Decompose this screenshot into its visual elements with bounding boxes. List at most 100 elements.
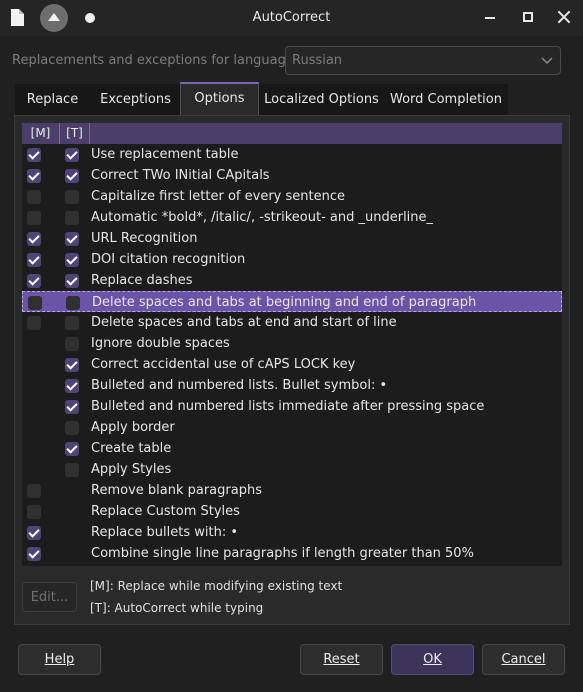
- option-label: URL Recognition: [91, 231, 198, 246]
- option-row[interactable]: Apply Styles: [22, 459, 562, 480]
- option-row[interactable]: Correct TWo INitial CApitals: [22, 165, 562, 186]
- option-row[interactable]: Create table: [22, 438, 562, 459]
- tab-label: Word Completion: [389, 92, 502, 107]
- option-label: Ignore double spaces: [91, 336, 230, 351]
- option-row[interactable]: URL Recognition: [22, 228, 562, 249]
- tab-exceptions[interactable]: Exceptions: [90, 84, 181, 116]
- checkbox-t[interactable]: [65, 463, 79, 477]
- option-row[interactable]: Correct accidental use of cAPS LOCK key: [22, 354, 562, 375]
- checkbox-m[interactable]: [27, 274, 41, 288]
- checkbox-t[interactable]: [65, 358, 79, 372]
- options-panel: [M] [T] Use replacement table Correct TWo…: [14, 115, 570, 625]
- column-header-m[interactable]: [M]: [22, 123, 60, 144]
- checkbox-t[interactable]: [65, 190, 79, 204]
- reset-label: Reset: [323, 652, 360, 667]
- option-row[interactable]: Automatic *bold*, /italic/, -strikeout- …: [22, 207, 562, 228]
- checkbox-t[interactable]: [65, 316, 79, 330]
- option-label: Use replacement table: [91, 147, 239, 162]
- window-title: AutoCorrect: [252, 10, 331, 25]
- checkbox-m[interactable]: [27, 232, 41, 246]
- close-icon[interactable]: [556, 9, 572, 25]
- chevron-down-icon: [541, 57, 553, 65]
- option-label: Apply Styles: [91, 462, 172, 477]
- option-row[interactable]: Remove blank paragraphs: [22, 480, 562, 501]
- reset-button[interactable]: Reset: [300, 644, 383, 675]
- checkbox-m[interactable]: [27, 190, 41, 204]
- tab-localized-options[interactable]: Localized Options: [259, 84, 384, 116]
- minimize-icon[interactable]: [485, 17, 495, 19]
- option-row[interactable]: Use replacement table: [22, 144, 562, 165]
- checkbox-m[interactable]: [27, 148, 41, 162]
- checkbox-t[interactable]: [65, 232, 79, 246]
- option-label: Capitalize first letter of every sentenc…: [91, 189, 345, 204]
- maximize-icon[interactable]: [523, 12, 533, 22]
- cancel-button[interactable]: Cancel: [482, 644, 565, 675]
- option-label: Replace bullets with: •: [91, 525, 239, 540]
- legend-t: [T]: AutoCorrect while typing: [90, 601, 264, 615]
- checkbox-m[interactable]: [27, 211, 41, 225]
- help-label: Help: [44, 652, 75, 667]
- checkbox-m[interactable]: [27, 169, 41, 183]
- option-row[interactable]: Delete spaces and tabs at beginning and …: [22, 291, 562, 312]
- options-list[interactable]: [M] [T] Use replacement table Correct TWo…: [22, 123, 562, 566]
- checkbox-t[interactable]: [65, 211, 79, 225]
- title-bar: AutoCorrect: [0, 0, 583, 36]
- option-label: Replace dashes: [91, 273, 193, 288]
- checkbox-m[interactable]: [27, 253, 41, 267]
- tab-word-completion[interactable]: Word Completion: [384, 84, 508, 116]
- checkbox-t[interactable]: [65, 337, 79, 351]
- option-label: Correct accidental use of cAPS LOCK key: [91, 357, 356, 372]
- checkbox-t[interactable]: [65, 421, 79, 435]
- checkbox-t[interactable]: [65, 379, 79, 393]
- option-row[interactable]: Replace Custom Styles: [22, 501, 562, 522]
- option-row[interactable]: Apply border: [22, 417, 562, 438]
- column-header-t[interactable]: [T]: [60, 123, 90, 144]
- option-label: Delete spaces and tabs at beginning and …: [92, 295, 477, 310]
- option-row[interactable]: Combine single line paragraphs if length…: [22, 543, 562, 564]
- option-label: DOI citation recognition: [91, 252, 246, 267]
- option-row[interactable]: Ignore double spaces: [22, 333, 562, 354]
- language-value: Russian: [292, 53, 343, 68]
- checkbox-t[interactable]: [65, 148, 79, 162]
- option-row[interactable]: Bulleted and numbered lists. Bullet symb…: [22, 375, 562, 396]
- checkbox-m[interactable]: [28, 296, 42, 310]
- checkbox-t[interactable]: [65, 253, 79, 267]
- checkbox-t[interactable]: [66, 296, 80, 310]
- option-label: Replace Custom Styles: [91, 504, 240, 519]
- option-row[interactable]: Replace dashes: [22, 270, 562, 291]
- checkbox-m[interactable]: [27, 547, 41, 561]
- option-row[interactable]: Replace bullets with: •: [22, 522, 562, 543]
- checkbox-m[interactable]: [27, 526, 41, 540]
- option-row[interactable]: Delete spaces and tabs at end and start …: [22, 312, 562, 333]
- tab-options[interactable]: Options: [180, 82, 259, 116]
- option-row[interactable]: Capitalize first letter of every sentenc…: [22, 186, 562, 207]
- language-select[interactable]: Russian: [285, 46, 561, 75]
- tab-label: Localized Options: [264, 92, 379, 107]
- list-header: [M] [T]: [22, 123, 562, 144]
- option-row[interactable]: Bulleted and numbered lists immediate af…: [22, 396, 562, 417]
- option-label: Combine single line paragraphs if length…: [91, 546, 474, 561]
- checkbox-t[interactable]: [65, 274, 79, 288]
- option-row[interactable]: DOI citation recognition: [22, 249, 562, 270]
- option-label: Apply border: [91, 420, 175, 435]
- tab-label: Options: [194, 91, 245, 106]
- ok-button[interactable]: OK: [391, 644, 474, 675]
- option-label: Correct TWo INitial CApitals: [91, 168, 270, 183]
- tab-label: Replace: [26, 92, 79, 107]
- option-label: Remove blank paragraphs: [91, 483, 262, 498]
- checkbox-t[interactable]: [65, 442, 79, 456]
- option-label: Automatic *bold*, /italic/, -strikeout- …: [91, 210, 434, 225]
- tab-replace[interactable]: Replace: [15, 84, 90, 116]
- checkbox-t[interactable]: [65, 169, 79, 183]
- checkbox-m[interactable]: [27, 316, 41, 330]
- tab-label: Exceptions: [100, 92, 171, 107]
- help-button[interactable]: Help: [18, 644, 101, 675]
- option-label: Bulleted and numbered lists. Bullet symb…: [91, 378, 388, 393]
- checkbox-m[interactable]: [27, 484, 41, 498]
- cancel-label: Cancel: [501, 652, 546, 667]
- language-label: Replacements and exceptions for language…: [12, 53, 299, 68]
- option-label: Bulleted and numbered lists immediate af…: [91, 399, 485, 414]
- edit-button[interactable]: Edit...: [22, 582, 77, 612]
- checkbox-m[interactable]: [27, 505, 41, 519]
- checkbox-t[interactable]: [65, 400, 79, 414]
